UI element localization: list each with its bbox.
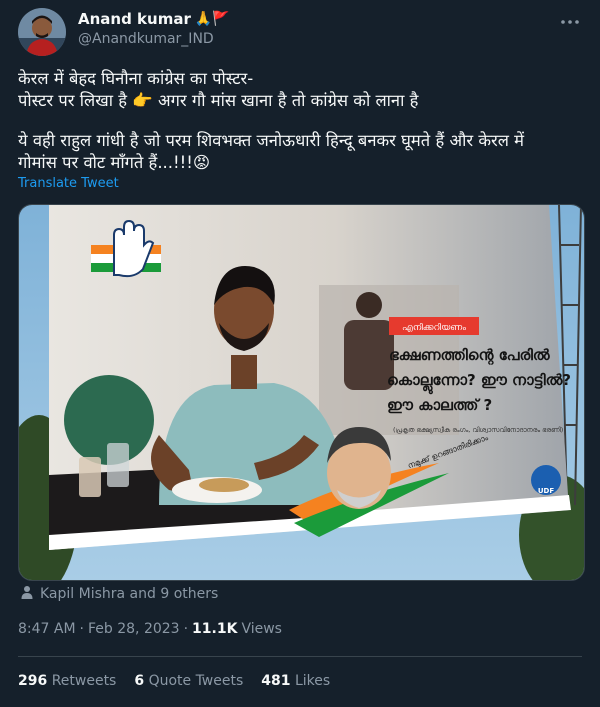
tweet-line: गोमांस पर वोट माँगते हैं...!!!😡 — [18, 153, 211, 172]
tagged-users-label[interactable]: Kapil Mishra and 9 others — [40, 586, 218, 602]
retweets-stat[interactable]: 296 Retweets — [18, 673, 116, 689]
poster-subline: (പ്രകൃത ഭക്ഷ്യസ്വീക രംഗം, വിശ്വാസവിനോദാന… — [393, 426, 563, 434]
tweet-meta: 8:47 AM · Feb 28, 2023 · 11.1K Views — [18, 621, 282, 637]
quotes-count: 6 — [134, 673, 145, 689]
poster-headline-3: ഈ കാലത്ത് ? — [387, 396, 492, 414]
quotes-label: Quote Tweets — [148, 673, 244, 689]
poster-headline-1: ഭക്ഷണത്തിന്റെ പേരിൽ — [389, 346, 550, 365]
meta-separator: · — [79, 621, 84, 637]
likes-count: 481 — [261, 673, 291, 689]
tweet-time[interactable]: 8:47 AM — [18, 621, 76, 637]
retweets-count: 296 — [18, 673, 48, 689]
author-name[interactable]: Anand kumar — [78, 10, 191, 28]
tweet-line: ये वही राहुल गांधी है जो परम शिवभक्त जनो… — [18, 131, 525, 150]
divider — [18, 656, 582, 657]
likes-label: Likes — [294, 673, 331, 689]
tweet-line: केरल में बेहद घिनौना कांग्रेस का पोस्टर- — [18, 69, 254, 88]
udf-logo-text: UDF — [538, 487, 554, 495]
retweets-label: Retweets — [51, 673, 117, 689]
tweet-media-image[interactable]: എനിക്കറിയണം ഭക്ഷണത്തിന്റെ പേരിൽ കൊല്ലുന്… — [18, 204, 585, 581]
author-badges: 🙏🚩 — [194, 11, 230, 27]
poster-tag: എനിക്കറിയണം — [402, 322, 466, 333]
billboard-photo: എനിക്കറിയണം ഭക്ഷണത്തിന്റെ പേരിൽ കൊല്ലുന്… — [19, 205, 584, 580]
tweet: Anand kumar 🙏🚩 @Anandkumar_IND केरल में … — [0, 0, 600, 707]
translate-tweet-link[interactable]: Translate Tweet — [18, 176, 119, 191]
author-handle[interactable]: @Anandkumar_IND — [78, 31, 214, 47]
tweet-line: पोस्टर पर लिखा है 👉 अगर गौ मांस खाना है … — [18, 91, 419, 110]
quote-tweets-stat[interactable]: 6 Quote Tweets — [134, 673, 243, 689]
person-icon — [20, 585, 34, 603]
meta-separator: · — [183, 621, 189, 637]
views-label: Views — [241, 621, 282, 637]
tweet-text: केरल में बेहद घिनौना कांग्रेस का पोस्टर-… — [18, 68, 582, 174]
views-count: 11.1K — [192, 621, 238, 637]
tagged-users[interactable]: Kapil Mishra and 9 others — [20, 585, 218, 603]
tweet-stats: 296 Retweets 6 Quote Tweets 481 Likes — [18, 673, 330, 689]
more-options-icon[interactable] — [558, 10, 582, 34]
author-name-row[interactable]: Anand kumar 🙏🚩 — [78, 10, 230, 28]
avatar[interactable] — [18, 8, 66, 56]
politician-photo — [327, 427, 391, 509]
likes-stat[interactable]: 481 Likes — [261, 673, 330, 689]
tweet-date[interactable]: Feb 28, 2023 — [88, 621, 180, 637]
